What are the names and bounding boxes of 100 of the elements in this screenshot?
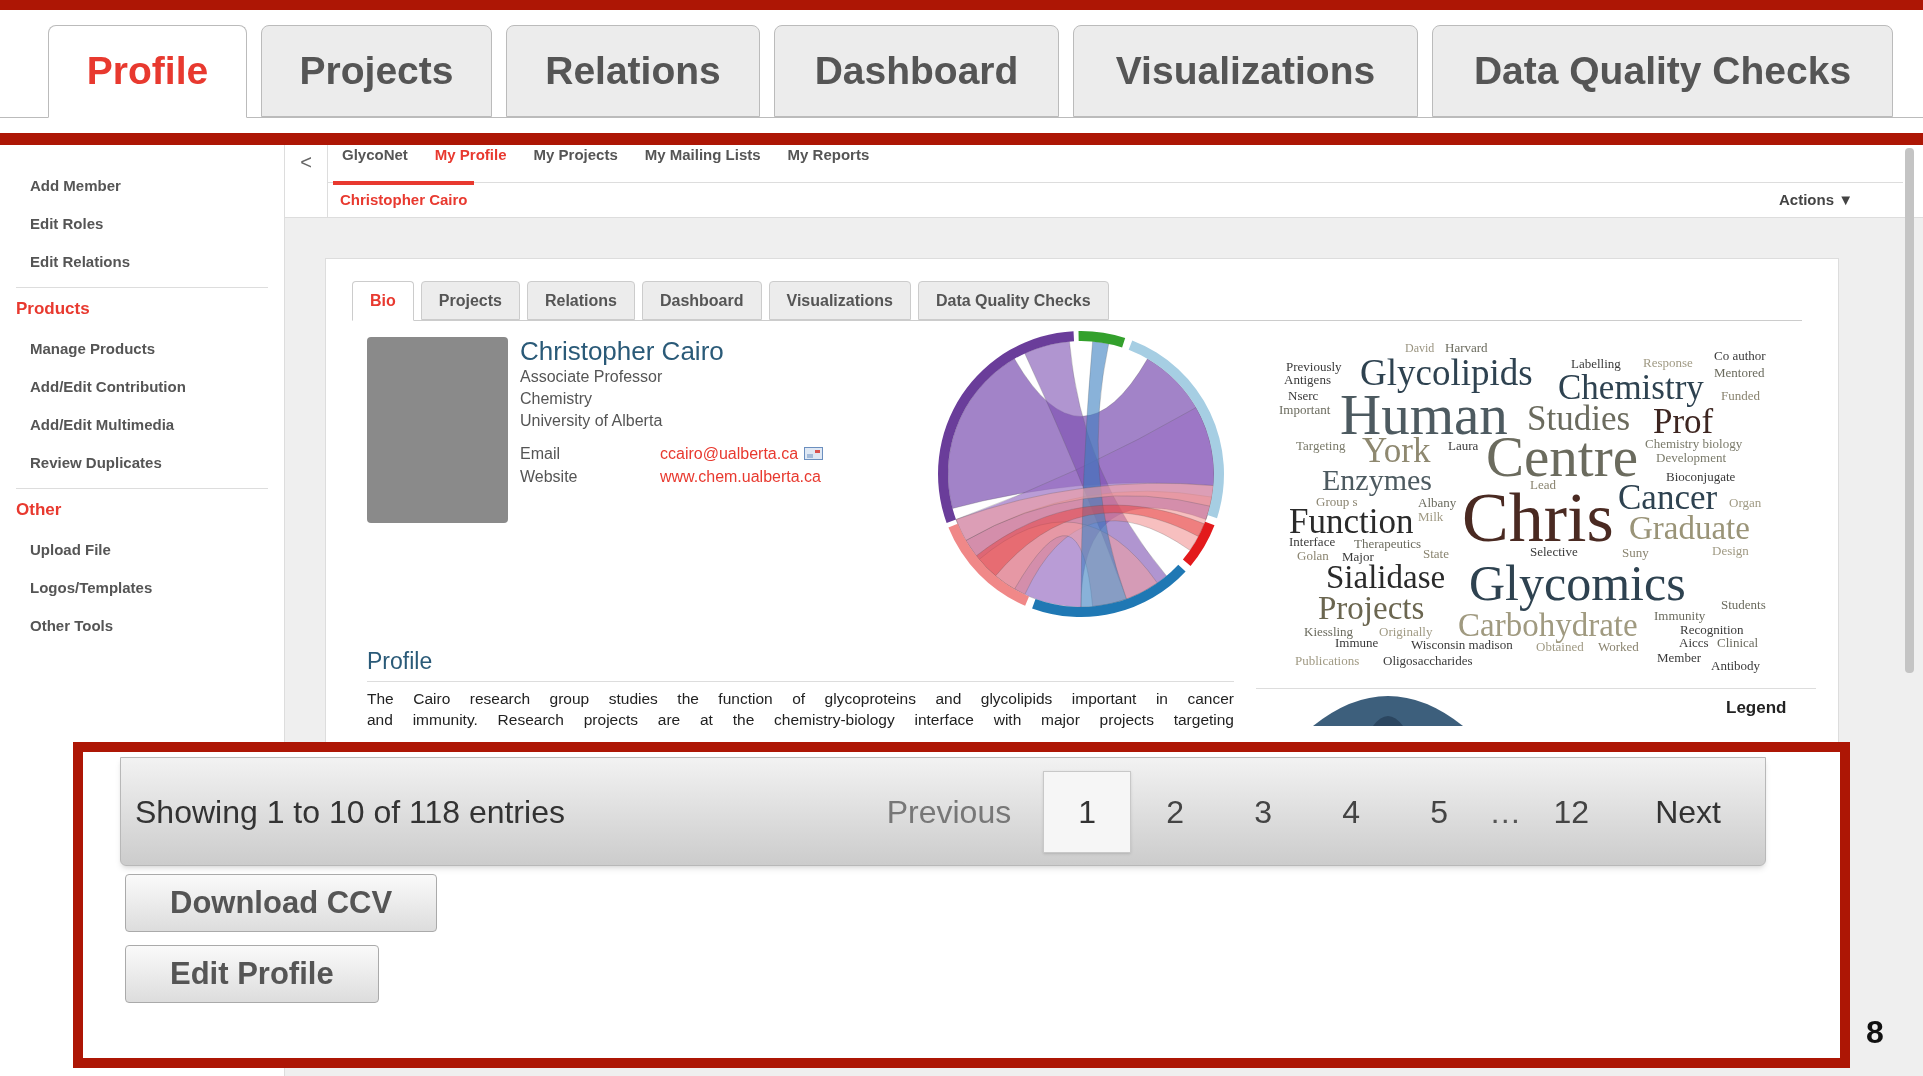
legend-title: Legend — [1726, 697, 1787, 719]
cloud-word: Obtained — [1536, 641, 1584, 653]
cloud-word: Therapeutics — [1354, 536, 1422, 550]
cloud-word: Bioconjugate — [1666, 469, 1736, 483]
cloud-word: Golan — [1297, 550, 1329, 562]
cloud-word: Antibody — [1711, 658, 1761, 672]
cloud-word: Previously — [1286, 359, 1342, 373]
page-button[interactable]: 5 — [1395, 770, 1484, 853]
cloud-word: Suny — [1622, 545, 1649, 559]
cloud-word: Graduate — [1629, 514, 1750, 542]
email-link[interactable]: ccairo@ualberta.ca — [660, 442, 799, 465]
nav-link[interactable]: GlycoNet — [342, 145, 408, 164]
cloud-word: Publications — [1295, 653, 1360, 667]
person-department: Chemistry — [520, 389, 593, 409]
cloud-word: Development — [1656, 450, 1727, 464]
cloud-word: Studies — [1527, 405, 1631, 433]
cloud-word: Albany — [1418, 495, 1457, 509]
main-tab[interactable]: Projects — [261, 25, 492, 117]
person-title: Associate Professor — [520, 367, 664, 387]
cloud-word: Glycolipids — [1360, 354, 1533, 391]
pagination-ellipsis: … — [1488, 792, 1523, 832]
cloud-word: Co author — [1714, 350, 1766, 362]
main-tab[interactable]: Profile — [48, 25, 247, 118]
email-label: Email — [520, 444, 561, 464]
main-tab[interactable]: Visualizations — [1073, 25, 1418, 117]
sidebar-item[interactable]: Add/Edit Multimedia — [0, 406, 284, 444]
cloud-word: Mentored — [1714, 367, 1765, 379]
next-button[interactable]: Next — [1625, 787, 1751, 836]
sidebar-item[interactable]: Edit Relations — [0, 243, 284, 281]
sidebar-heading: Other — [15, 499, 63, 522]
actions-menu[interactable]: Actions ▼ — [1778, 188, 1853, 212]
profile-paragraph: The Cairo research group studies the function of glycoproteins and glycolipids important in cancer and immunity. Research projects are at the chemistry-biology interface with major projects targeting — [367, 688, 1234, 730]
page-button[interactable]: 12 — [1527, 770, 1616, 853]
website-link[interactable]: www.chem.ualberta.ca — [660, 465, 824, 488]
action-button[interactable]: Download CCV — [125, 874, 438, 932]
subsection-tab[interactable]: Bio — [352, 281, 414, 321]
nav-link[interactable]: My Projects — [533, 145, 618, 164]
cloud-word: Group s — [1316, 494, 1358, 508]
page-button[interactable]: 4 — [1307, 770, 1396, 853]
cloud-word: Enzymes — [1322, 465, 1432, 495]
sidebar-item[interactable]: Upload File — [0, 531, 284, 569]
cloud-word: Recognition — [1680, 622, 1744, 636]
cloud-word: Member — [1657, 652, 1702, 664]
section-heading: Profile — [367, 644, 1234, 682]
cloud-word: State — [1423, 548, 1449, 560]
cloud-word: Chris — [1462, 490, 1614, 547]
cloud-word: Originally — [1379, 624, 1433, 638]
nav-link[interactable]: My Mailing Lists — [644, 145, 761, 164]
cloud-word: Labelling — [1571, 356, 1621, 370]
sidebar-item[interactable]: Review Duplicates — [0, 444, 284, 482]
page-button[interactable]: 1 — [1043, 770, 1132, 853]
cloud-word: Lead — [1530, 479, 1556, 491]
nav-link[interactable]: My Profile — [434, 145, 507, 164]
cloud-word: Centre — [1486, 434, 1638, 480]
envelope-icon[interactable] — [804, 447, 824, 460]
cloud-word: Prof — [1653, 408, 1714, 436]
sidebar-item[interactable]: Logos/Templates — [0, 569, 284, 607]
cloud-word: Laura — [1448, 440, 1479, 452]
cloud-word: Funded — [1721, 390, 1760, 402]
sidebar-heading: Products — [15, 298, 91, 321]
cloud-word: Harvard — [1445, 343, 1488, 354]
nav-link[interactable]: My Reports — [787, 145, 870, 164]
subsection-tab[interactable]: Relations — [526, 281, 635, 320]
cloud-word: Worked — [1598, 641, 1639, 653]
cloud-word: Clinical — [1717, 637, 1759, 649]
cloud-word: Organ — [1729, 495, 1762, 509]
cloud-word: Important — [1279, 402, 1331, 416]
sidebar-item[interactable]: Add/Edit Contribution — [0, 368, 284, 406]
cloud-word: Kiessling — [1304, 624, 1354, 638]
main-tab[interactable]: Relations — [506, 25, 760, 117]
breadcrumb-link[interactable]: Christopher Cairo — [333, 181, 474, 215]
subsection-tab[interactable]: Dashboard — [641, 281, 762, 320]
subsection-tab[interactable]: Visualizations — [768, 281, 911, 320]
sidebar-item[interactable]: Other Tools — [0, 607, 284, 645]
cloud-word: Targeting — [1296, 438, 1346, 452]
website-label: Website — [520, 467, 579, 487]
sidebar-item[interactable]: Edit Roles — [0, 205, 284, 243]
cloud-word: Projects — [1318, 591, 1425, 625]
sidebar-item[interactable]: Manage Products — [0, 330, 284, 368]
main-tab[interactable]: Data Quality Checks — [1432, 25, 1893, 117]
subsection-tab[interactable]: Projects — [420, 281, 520, 320]
person-name: Christopher Cairo — [520, 336, 725, 366]
main-tab[interactable]: Dashboard — [774, 25, 1059, 117]
cloud-word: Selective — [1530, 546, 1578, 558]
cloud-word: Milk — [1418, 511, 1444, 523]
sidebar-item[interactable]: Add Member — [0, 167, 284, 205]
cloud-word: Interface — [1289, 536, 1336, 548]
cloud-word: Aiccs — [1679, 637, 1709, 649]
subsection-tab[interactable]: Data Quality Checks — [917, 281, 1109, 320]
action-button[interactable]: Edit Profile — [125, 945, 379, 1003]
cloud-word: Students — [1721, 599, 1766, 611]
scrollbar-thumb[interactable] — [1905, 148, 1914, 673]
cloud-word: Nserc — [1288, 390, 1319, 402]
page-button[interactable]: 2 — [1131, 770, 1220, 853]
cloud-word: David — [1405, 343, 1435, 354]
back-button[interactable]: < — [300, 149, 312, 175]
cloud-word: Design — [1712, 543, 1749, 557]
page-button[interactable]: 3 — [1219, 770, 1308, 853]
cloud-word: Major — [1342, 549, 1374, 563]
cloud-word: Immunity — [1654, 608, 1706, 622]
